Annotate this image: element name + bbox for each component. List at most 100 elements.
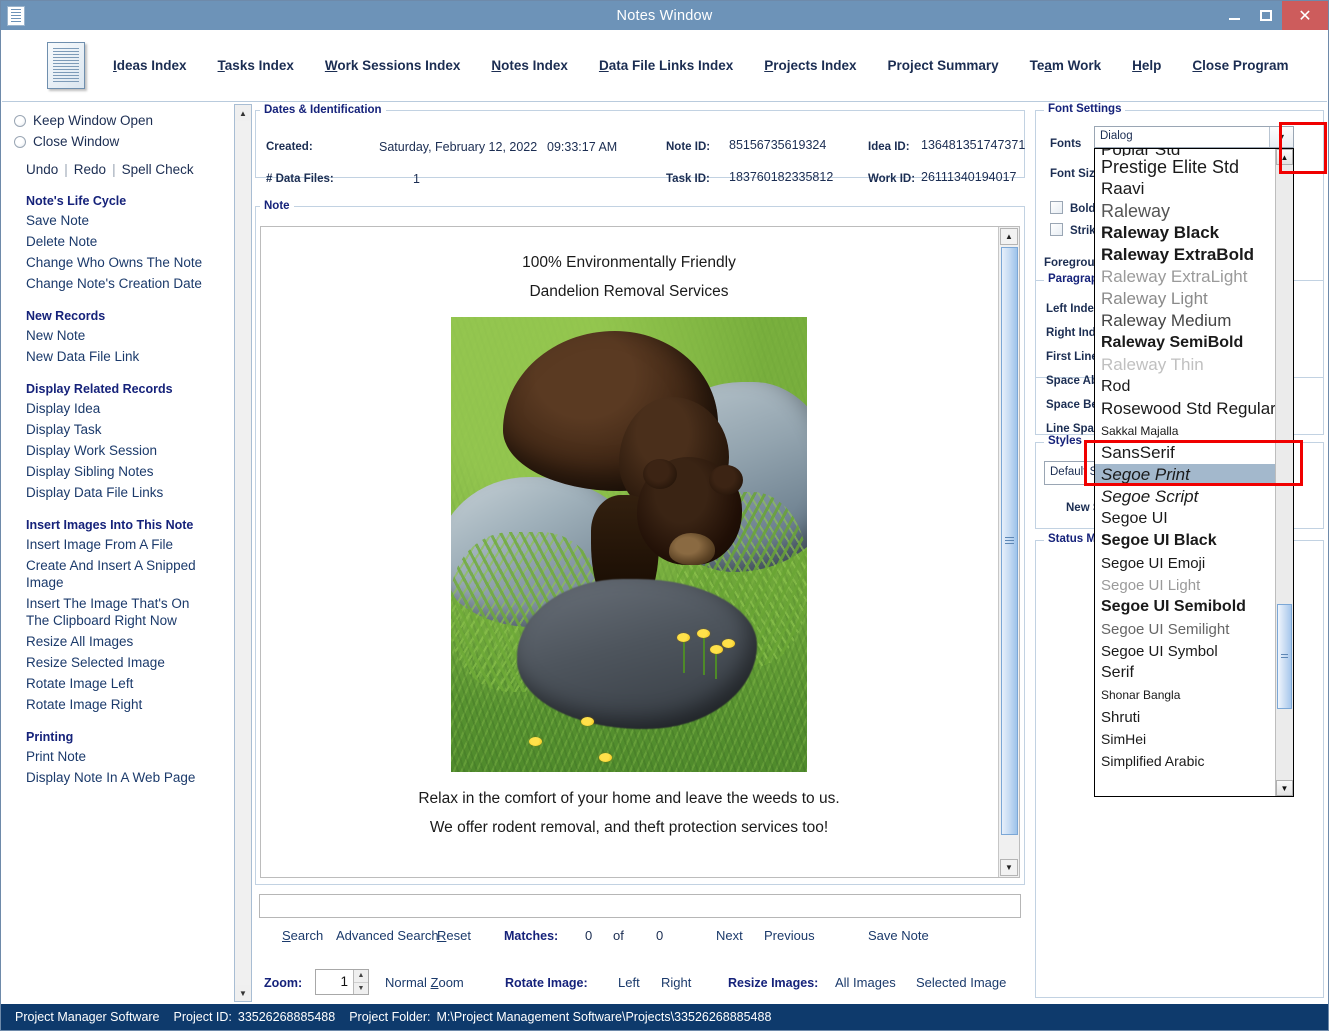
font-option-shruti[interactable]: Shruti [1095, 706, 1275, 728]
previous-button[interactable]: Previous [764, 928, 815, 943]
stepper-up-icon[interactable]: ▲ [354, 970, 368, 983]
font-option-segoe-ui-emoji[interactable]: Segoe UI Emoji [1095, 552, 1275, 574]
nav-display-note-web-page[interactable]: Display Note In A Web Page [26, 769, 216, 786]
font-option-rod[interactable]: Rod [1095, 376, 1275, 398]
menu-projects-index[interactable]: Projects Index [764, 58, 856, 73]
font-option-segoe-ui[interactable]: Segoe UI [1095, 508, 1275, 530]
rotate-left-button[interactable]: Left [618, 975, 640, 990]
menu-close-program[interactable]: Close Program [1192, 58, 1288, 73]
bold-checkbox[interactable] [1050, 201, 1063, 214]
nav-display-task[interactable]: Display Task [26, 421, 216, 438]
note-content[interactable]: 100% Environmentally Friendly Dandelion … [261, 227, 997, 877]
scroll-up-icon[interactable]: ▲ [1276, 149, 1293, 165]
zoom-stepper[interactable]: 1 ▲ ▼ [315, 969, 369, 995]
nav-change-owner[interactable]: Change Who Owns The Note [26, 254, 216, 271]
undo-link[interactable]: Undo [26, 162, 58, 177]
font-option-raleway-semibold[interactable]: Raleway SemiBold [1095, 332, 1275, 354]
font-dropdown-list[interactable]: Poplar StdPrestige Elite StdRaaviRaleway… [1094, 148, 1294, 797]
nav-display-idea[interactable]: Display Idea [26, 400, 216, 417]
close-button[interactable]: ✕ [1282, 1, 1328, 30]
nav-rotate-image-right[interactable]: Rotate Image Right [26, 696, 216, 713]
nav-new-data-file-link[interactable]: New Data File Link [26, 348, 216, 365]
spell-check-link[interactable]: Spell Check [122, 162, 194, 177]
nav-display-sibling-notes[interactable]: Display Sibling Notes [26, 463, 216, 480]
nav-display-data-file-links[interactable]: Display Data File Links [26, 484, 216, 501]
stepper-buttons[interactable]: ▲ ▼ [353, 970, 368, 994]
font-option-prestige-elite-std[interactable]: Prestige Elite Std [1095, 156, 1275, 178]
save-note-button[interactable]: Save Note [868, 928, 929, 943]
font-option-raleway-thin[interactable]: Raleway Thin [1095, 354, 1275, 376]
font-dropdown-scrollbar[interactable]: ▲ ▼ [1275, 149, 1293, 796]
advanced-search-button[interactable]: Advanced Search [336, 928, 439, 943]
font-option-poplar-std[interactable]: Poplar Std [1095, 149, 1275, 156]
font-option-segoe-ui-symbol[interactable]: Segoe UI Symbol [1095, 640, 1275, 662]
menu-notes-index[interactable]: Notes Index [491, 58, 568, 73]
menu-work-sessions-index[interactable]: Work Sessions Index [325, 58, 461, 73]
font-dropdown-items[interactable]: Poplar StdPrestige Elite StdRaaviRaleway… [1095, 149, 1275, 796]
nav-change-creation-date[interactable]: Change Note's Creation Date [26, 275, 216, 292]
font-option-segoe-ui-semilight[interactable]: Segoe UI Semilight [1095, 618, 1275, 640]
scrollbar-thumb[interactable] [1277, 604, 1292, 709]
nav-delete-note[interactable]: Delete Note [26, 233, 216, 250]
resize-all-images-button[interactable]: All Images [835, 975, 896, 990]
nav-create-insert-snipped-image[interactable]: Create And Insert A Snipped Image [26, 557, 216, 591]
font-option-rosewood-std-regular[interactable]: Rosewood Std Regular [1095, 398, 1275, 420]
font-option-raleway-light[interactable]: Raleway Light [1095, 288, 1275, 310]
window-vertical-scrollbar[interactable]: ▲ ▼ [234, 104, 252, 1002]
menu-help[interactable]: Help [1132, 58, 1161, 73]
font-option-simhei[interactable]: SimHei [1095, 728, 1275, 750]
zoom-value[interactable]: 1 [316, 970, 352, 994]
menu-team-work[interactable]: Team Work [1030, 58, 1102, 73]
font-option-raleway-extralight[interactable]: Raleway ExtraLight [1095, 266, 1275, 288]
nav-resize-all-images[interactable]: Resize All Images [26, 633, 216, 650]
font-option-shonar-bangla[interactable]: Shonar Bangla [1095, 684, 1275, 706]
nav-resize-selected-image[interactable]: Resize Selected Image [26, 654, 216, 671]
nav-display-work-session[interactable]: Display Work Session [26, 442, 216, 459]
scroll-down-icon[interactable]: ▼ [1000, 859, 1018, 876]
font-option-raleway-black[interactable]: Raleway Black [1095, 222, 1275, 244]
radio-keep-window-open[interactable]: Keep Window Open [14, 110, 233, 131]
chevron-down-icon[interactable]: ▼ [1269, 127, 1293, 147]
font-combo-box[interactable]: Dialog ▼ [1094, 126, 1294, 148]
font-option-segoe-script[interactable]: Segoe Script [1095, 486, 1275, 508]
redo-link[interactable]: Redo [74, 162, 106, 177]
search-button[interactable]: Search [282, 928, 323, 943]
nav-insert-clipboard-image[interactable]: Insert The Image That's On The Clipboard… [26, 595, 216, 629]
scrollbar-thumb[interactable] [1001, 247, 1018, 835]
maximize-button[interactable] [1250, 1, 1282, 30]
font-option-segoe-ui-light[interactable]: Segoe UI Light [1095, 574, 1275, 596]
font-option-raleway[interactable]: Raleway [1095, 200, 1275, 222]
font-option-raavi[interactable]: Raavi [1095, 178, 1275, 200]
reset-button[interactable]: Reset [437, 928, 471, 943]
font-option-raleway-medium[interactable]: Raleway Medium [1095, 310, 1275, 332]
font-option-sakkal-majalla[interactable]: Sakkal Majalla [1095, 420, 1275, 442]
scroll-up-icon[interactable]: ▲ [1000, 228, 1018, 245]
strikethrough-checkbox[interactable] [1050, 223, 1063, 236]
radio-close-window[interactable]: Close Window [14, 131, 233, 152]
minimize-button[interactable] [1218, 1, 1250, 30]
scroll-down-icon[interactable]: ▼ [235, 985, 251, 1001]
font-option-segoe-print[interactable]: Segoe Print [1095, 464, 1275, 486]
nav-save-note[interactable]: Save Note [26, 212, 216, 229]
next-button[interactable]: Next [716, 928, 743, 943]
scroll-up-icon[interactable]: ▲ [235, 105, 251, 121]
note-embedded-image[interactable] [451, 317, 807, 772]
nav-rotate-image-left[interactable]: Rotate Image Left [26, 675, 216, 692]
note-vertical-scrollbar[interactable]: ▲ ▼ [998, 227, 1019, 877]
font-option-sansserif[interactable]: SansSerif [1095, 442, 1275, 464]
nav-insert-image-from-file[interactable]: Insert Image From A File [26, 536, 216, 553]
font-option-segoe-ui-semibold[interactable]: Segoe UI Semibold [1095, 596, 1275, 618]
note-editor[interactable]: 100% Environmentally Friendly Dandelion … [260, 226, 1020, 878]
search-input[interactable] [259, 894, 1021, 918]
resize-selected-image-button[interactable]: Selected Image [916, 975, 1006, 990]
nav-new-note[interactable]: New Note [26, 327, 216, 344]
scroll-down-icon[interactable]: ▼ [1276, 780, 1293, 796]
menu-data-file-links-index[interactable]: Data File Links Index [599, 58, 733, 73]
font-option-segoe-ui-black[interactable]: Segoe UI Black [1095, 530, 1275, 552]
menu-ideas-index[interactable]: Ideas Index [113, 58, 187, 73]
font-option-raleway-extrabold[interactable]: Raleway ExtraBold [1095, 244, 1275, 266]
font-option-serif[interactable]: Serif [1095, 662, 1275, 684]
normal-zoom-button[interactable]: Normal Zoom [385, 975, 464, 990]
menu-project-summary[interactable]: Project Summary [888, 58, 999, 73]
font-option-simplified-arabic[interactable]: Simplified Arabic [1095, 750, 1275, 772]
